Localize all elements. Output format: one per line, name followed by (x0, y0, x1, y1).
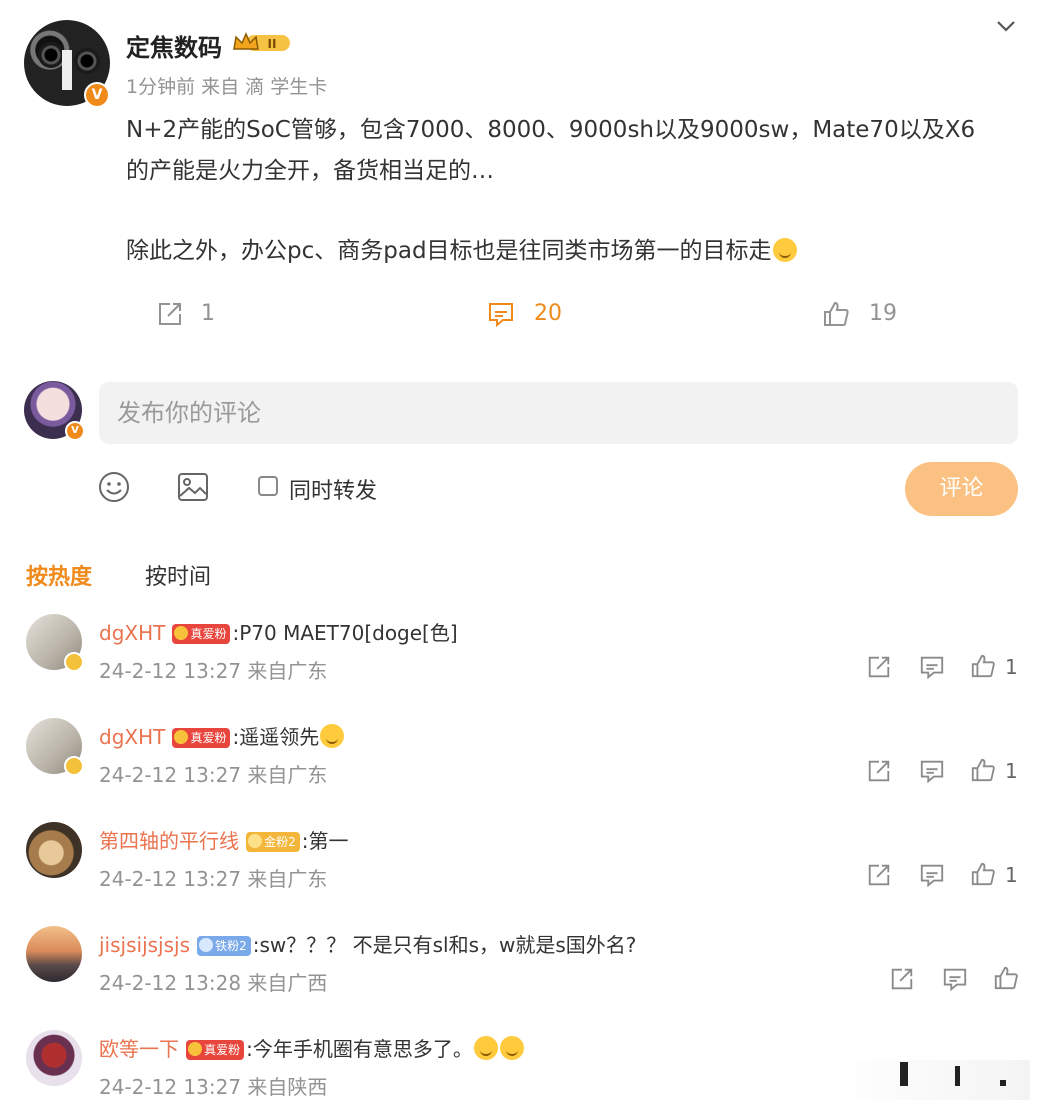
share-icon[interactable] (866, 654, 892, 680)
share-icon (159, 303, 181, 325)
share-icon[interactable] (866, 758, 892, 784)
emoji-picker-icon[interactable] (98, 471, 130, 507)
verified-badge-icon (64, 652, 84, 672)
comment-avatar[interactable] (26, 1030, 82, 1086)
post-text-line-1: N+2产能的SoC管够，包含7000、8000、9000sh以及9000sw，M… (126, 117, 976, 143)
repost-button[interactable]: 1 (156, 300, 215, 328)
comment-button[interactable]: 20 (487, 300, 562, 328)
post-meta: 1分钟前 来自 滴 学生卡 (126, 76, 328, 98)
chevron-down-icon[interactable] (990, 14, 1022, 38)
thumbs-up-icon (824, 301, 849, 326)
comment-avatar[interactable] (26, 822, 82, 878)
thumbs-up-icon[interactable] (993, 965, 1019, 991)
smile-emoji-icon (473, 1036, 498, 1060)
comment-icon[interactable] (919, 862, 945, 888)
comment-username[interactable]: dgXHT (99, 621, 165, 645)
comment-count: 20 (534, 301, 562, 326)
comment-header: jisjsijsjsjs 铁粉2:sw？？？ 不是只有sl和s，w就是s国外名? (99, 929, 636, 958)
comment-header: 第四轴的平行线 金粉2:第一 (99, 825, 348, 854)
repost-count: 1 (201, 301, 215, 326)
comment-header: dgXHT 真爱粉:遥遥领先 (99, 721, 345, 750)
thumbs-up-icon[interactable] (970, 653, 996, 679)
comment-icon[interactable] (942, 966, 968, 992)
post-text-line-2: 的产能是火力全开，备货相当足的… (126, 158, 494, 184)
svg-text:II: II (268, 37, 277, 51)
smile-emoji-icon (499, 1036, 524, 1060)
comment-username[interactable]: dgXHT (99, 725, 165, 749)
comment-username[interactable]: 第四轴的平行线 (99, 829, 239, 853)
comment-username[interactable]: jisjsijsjsjs (99, 933, 190, 957)
heart-eyes-emoji-icon (320, 724, 345, 748)
share-icon[interactable] (866, 862, 892, 888)
fan-badge[interactable]: 真爱粉 (172, 728, 231, 748)
also-repost-checkbox[interactable] (258, 476, 278, 496)
comment-meta: 24-2-12 13:27 来自广东 (99, 659, 328, 683)
comment-text: :今年手机圈有意思多了。 (246, 1037, 473, 1061)
comment-like-count: 1 (1005, 759, 1018, 783)
comment-text: :sw？？？ 不是只有sl和s，w就是s国外名? (252, 933, 637, 957)
comment-text: :遥遥领先 (232, 725, 320, 749)
comment-icon[interactable] (919, 654, 945, 680)
fan-badge[interactable]: 金粉2 (246, 832, 300, 852)
verified-badge-icon: V (84, 82, 110, 108)
share-icon[interactable] (889, 966, 915, 992)
post-author-name[interactable]: 定焦数码 (126, 28, 222, 63)
bottom-overlay (830, 1060, 1030, 1100)
comment-like-count: 1 (1005, 655, 1018, 679)
comment-meta: 24-2-12 13:27 来自陕西 (99, 1075, 328, 1099)
fan-badge[interactable]: 铁粉2 (197, 936, 251, 956)
tab-sort-by-time[interactable]: 按时间 (145, 559, 211, 591)
comment-meta: 24-2-12 13:28 来自广西 (99, 971, 328, 995)
fan-badge[interactable]: 真爱粉 (172, 624, 231, 644)
comment-text: :第一 (301, 829, 349, 853)
verified-badge-icon (64, 756, 84, 776)
tab-sort-by-hot[interactable]: 按热度 (26, 559, 92, 591)
like-count: 19 (869, 301, 897, 326)
comment-text: :P70 MAET70[doge[色] (232, 621, 458, 645)
comment-username[interactable]: 欧等一下 (99, 1037, 179, 1061)
comment-input[interactable] (99, 382, 1018, 444)
like-button[interactable]: 19 (822, 300, 897, 328)
emoji-icon (772, 238, 797, 262)
comment-header: dgXHT 真爱粉:P70 MAET70[doge[色] (99, 617, 458, 646)
post-text-line-3: 除此之外，办公pc、商务pad目标也是往同类市场第一的目标走 (126, 232, 798, 270)
fan-badge[interactable]: 真爱粉 (186, 1040, 245, 1060)
comment-like-count: 1 (1005, 863, 1018, 887)
comment-icon (489, 303, 513, 328)
comment-header: 欧等一下 真爱粉:今年手机圈有意思多了。 (99, 1033, 525, 1062)
comment-avatar[interactable] (26, 926, 82, 982)
also-repost-label: 同时转发 (289, 479, 378, 504)
submit-comment-button[interactable]: 评论 (905, 462, 1018, 516)
comment-meta: 24-2-12 13:27 来自广东 (99, 763, 328, 787)
crown-rank-badge-icon[interactable]: II (232, 31, 292, 55)
thumbs-up-icon[interactable] (970, 861, 996, 887)
verified-badge-icon: V (65, 421, 85, 441)
comment-meta: 24-2-12 13:27 来自广东 (99, 867, 328, 891)
comment-icon[interactable] (919, 758, 945, 784)
image-upload-icon[interactable] (177, 472, 209, 506)
thumbs-up-icon[interactable] (970, 757, 996, 783)
